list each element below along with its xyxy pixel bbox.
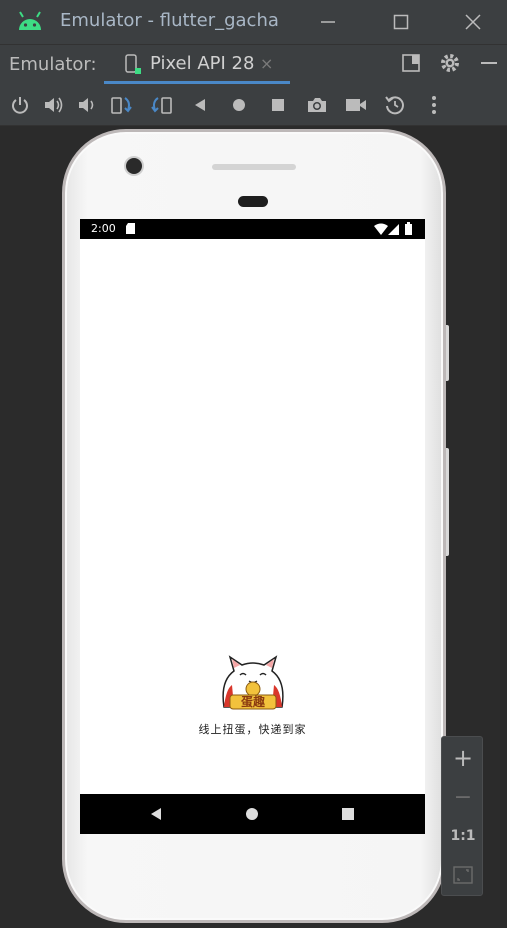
zoom-panel: + − 1:1 <box>441 736 483 896</box>
close-icon[interactable] <box>458 8 488 36</box>
splash-tagline: 线上扭蛋，快递到家 <box>198 723 307 736</box>
sd-card-icon <box>126 223 135 234</box>
title-bar: Emulator - flutter_gacha <box>0 0 507 44</box>
camera-icon[interactable] <box>305 93 329 117</box>
front-camera <box>126 158 142 174</box>
android-icon <box>19 11 41 30</box>
back-icon[interactable] <box>188 93 212 117</box>
emulator-toolbar <box>0 84 507 126</box>
window-mode-icon[interactable] <box>396 49 426 77</box>
window-title: Emulator - flutter_gacha <box>60 10 279 31</box>
zoom-one-to-one-button[interactable]: 1:1 <box>442 817 484 855</box>
fit-screen-icon[interactable] <box>442 856 484 894</box>
emulator-label: Emulator: <box>9 54 97 75</box>
status-time: 2:00 <box>91 222 116 235</box>
volume-down-icon[interactable] <box>76 93 100 117</box>
device-screen[interactable]: 2:00 蛋趣 线上扭蛋，快递到家 <box>80 219 425 834</box>
battery-icon <box>405 222 412 235</box>
record-icon[interactable] <box>344 93 368 117</box>
rotate-left-icon[interactable] <box>110 93 134 117</box>
zoom-out-button[interactable]: − <box>442 778 484 816</box>
wifi-icon <box>374 223 388 235</box>
overview-icon[interactable] <box>266 93 290 117</box>
emulator-tab-bar: Emulator: Pixel API 28 × <box>0 44 507 84</box>
rotate-right-icon[interactable] <box>149 93 173 117</box>
proximity-sensor <box>238 196 268 207</box>
lucky-cat-logo: 蛋趣 <box>222 655 284 710</box>
nav-overview-icon[interactable] <box>341 806 355 822</box>
zoom-in-button[interactable]: + <box>442 739 484 777</box>
signal-icon <box>388 224 399 235</box>
android-status-bar: 2:00 <box>80 219 425 239</box>
earpiece-speaker <box>212 164 296 170</box>
phone-device-icon <box>125 54 141 74</box>
nav-home-icon[interactable] <box>245 806 259 822</box>
volume-up-icon[interactable] <box>42 93 66 117</box>
gear-icon[interactable] <box>435 49 465 77</box>
hide-panel-icon[interactable] <box>474 49 504 77</box>
nav-back-icon[interactable] <box>149 806 163 822</box>
maximize-icon[interactable] <box>386 8 416 36</box>
snapshot-icon[interactable] <box>383 93 407 117</box>
logo-text: 蛋趣 <box>241 694 266 709</box>
tab-pixel-api-28[interactable]: Pixel API 28 × <box>104 45 290 85</box>
home-icon[interactable] <box>227 93 251 117</box>
power-icon[interactable] <box>8 93 32 117</box>
tab-close-icon[interactable]: × <box>260 54 273 73</box>
minimize-icon[interactable] <box>313 8 343 36</box>
tab-label: Pixel API 28 <box>150 53 255 74</box>
android-nav-bar <box>80 794 425 834</box>
more-icon[interactable] <box>422 93 446 117</box>
